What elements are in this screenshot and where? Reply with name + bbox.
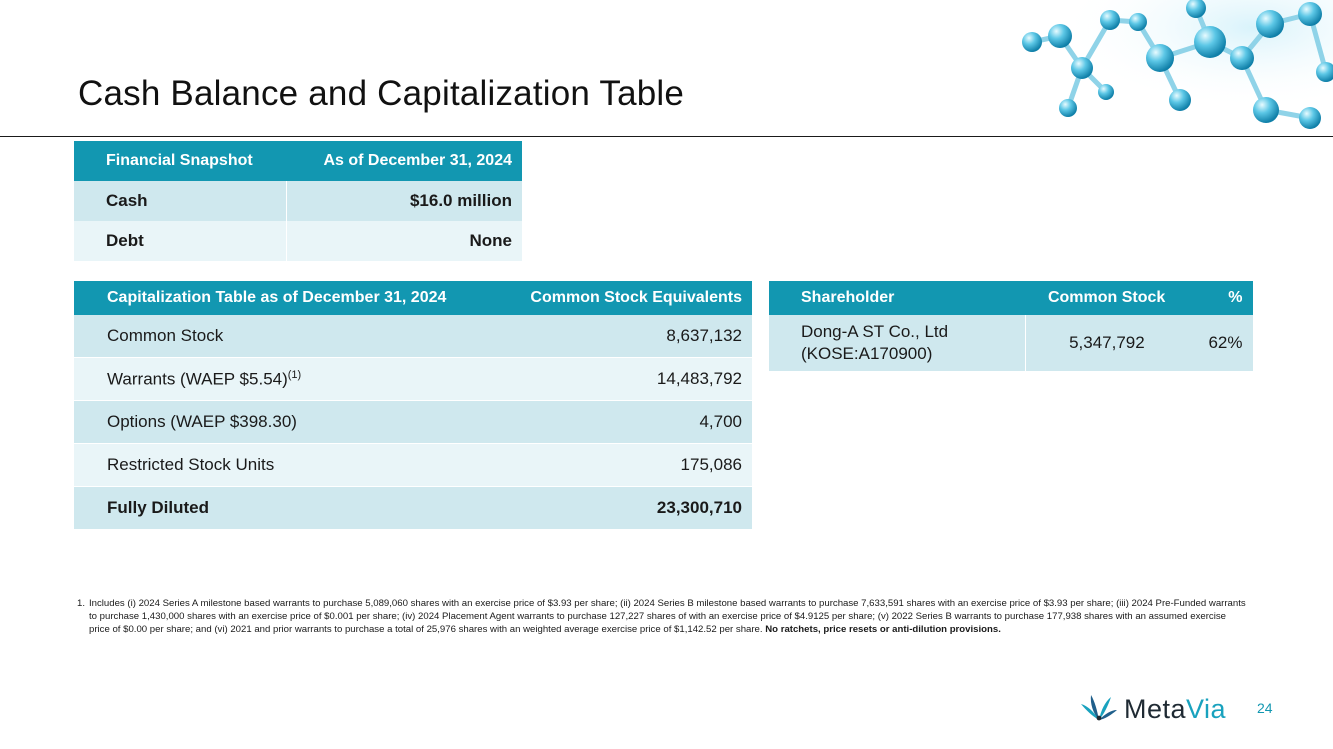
row-label: Fully Diluted [74, 486, 497, 530]
table-row: Debt None [74, 221, 522, 261]
row-label: Debt [74, 221, 288, 261]
table-total-row: Fully Diluted 23,300,710 [74, 486, 752, 530]
row-value: 175,086 [496, 443, 752, 487]
shareholder-name: Dong-A ST Co., Ltd (KOSE:A170900) [769, 315, 1026, 371]
table-header-row: Capitalization Table as of December 31, … [74, 281, 752, 315]
table-row: Restricted Stock Units 175,086 [74, 443, 752, 487]
column-header: Capitalization Table as of December 31, … [74, 281, 497, 315]
table-row: Warrants (WAEP $5.54)(1) 14,483,792 [74, 357, 752, 401]
column-header: % [1188, 281, 1253, 315]
footnote-marker: (1) [287, 368, 302, 381]
row-value: None [286, 221, 522, 261]
shareholder-shares: 5,347,792 [1025, 315, 1189, 371]
footnote: 1. Includes (i) 2024 Series A milestone … [77, 597, 1247, 636]
footnote-text-block: Includes (i) 2024 Series A milestone bas… [89, 597, 1247, 636]
logo-part-via: Via [1186, 693, 1227, 724]
table-row: Options (WAEP $398.30) 4,700 [74, 400, 752, 444]
logo-part-meta: Meta [1124, 693, 1187, 724]
table-row: Common Stock 8,637,132 [74, 315, 752, 358]
table-header-row: Shareholder Common Stock % [769, 281, 1253, 315]
column-header: Common Stock [1025, 281, 1189, 315]
row-value: $16.0 million [286, 181, 522, 221]
row-label: Warrants (WAEP $5.54)(1) [74, 357, 497, 401]
row-label: Options (WAEP $398.30) [74, 400, 497, 444]
row-value: 8,637,132 [496, 315, 752, 358]
footnote-text: Includes (i) 2024 Series A milestone bas… [89, 598, 1246, 635]
row-value: 4,700 [496, 400, 752, 444]
row-label-text: Warrants (WAEP $5.54) [107, 369, 288, 389]
column-header: Shareholder [769, 281, 1025, 315]
slide-title: Cash Balance and Capitalization Table [78, 74, 685, 113]
column-header: Financial Snapshot [74, 141, 287, 181]
row-label: Restricted Stock Units [74, 443, 497, 487]
shareholder-table: Shareholder Common Stock % Dong-A ST Co.… [769, 281, 1253, 371]
footnote-bold-text: No ratchets, price resets or anti-diluti… [765, 624, 1001, 635]
table-row: Dong-A ST Co., Ltd (KOSE:A170900) 5,347,… [769, 315, 1253, 371]
capitalization-table: Capitalization Table as of December 31, … [74, 281, 752, 530]
footnote-number: 1. [77, 598, 86, 609]
shareholder-percent: 62% [1188, 315, 1253, 371]
shareholder-ticker-line: (KOSE:A170900) [801, 344, 933, 363]
table-row: Cash $16.0 million [74, 181, 522, 221]
row-value: 14,483,792 [496, 357, 752, 401]
column-header: As of December 31, 2024 [286, 141, 522, 181]
shareholder-name-line: Dong-A ST Co., Ltd [801, 322, 949, 341]
row-value: 23,300,710 [496, 486, 752, 530]
row-label: Cash [74, 181, 288, 221]
page-number: 24 [1257, 700, 1273, 716]
title-divider [0, 136, 1333, 137]
financial-snapshot-table: Financial Snapshot As of December 31, 20… [74, 141, 522, 261]
leaf-logo-icon [1081, 695, 1117, 721]
table-header-row: Financial Snapshot As of December 31, 20… [74, 141, 522, 181]
molecule-decoration-image [1010, 0, 1333, 137]
metavia-logo: MetaVia [1080, 689, 1226, 729]
row-label: Common Stock [74, 315, 497, 358]
column-header: Common Stock Equivalents [496, 281, 752, 315]
logo-wordmark: MetaVia [1124, 694, 1226, 725]
